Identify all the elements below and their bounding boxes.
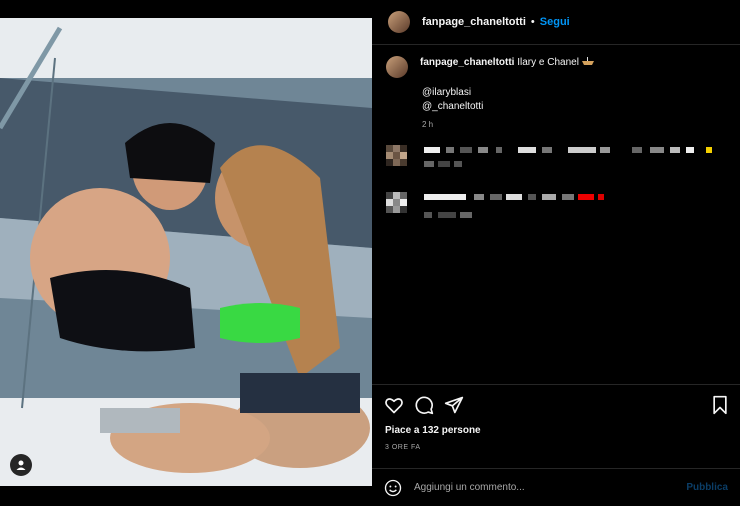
mention-link[interactable]: @ilaryblasi <box>422 86 726 100</box>
caption-timestamp: 2 h <box>422 120 434 129</box>
caption-avatar[interactable] <box>386 56 408 78</box>
post-side-panel: fanpage_chaneltotti • Segui fanpage_chan… <box>372 0 740 505</box>
caption-username[interactable]: fanpage_chaneltotti <box>420 57 514 68</box>
heart-icon[interactable] <box>384 395 404 415</box>
user-icon <box>16 460 26 470</box>
comment-input[interactable]: Aggiungi un commento... <box>414 482 686 493</box>
boat-emoji <box>581 57 594 65</box>
comment-item <box>386 192 726 222</box>
post-image[interactable] <box>0 18 372 486</box>
separator-dot: • <box>530 16 535 28</box>
comment-avatar <box>386 145 408 167</box>
post-timestamp: 3 ORE FA <box>385 444 421 451</box>
comment-avatar <box>386 192 408 214</box>
publish-button[interactable]: Pubblica <box>686 482 728 493</box>
pixelated-comment-text <box>424 147 724 167</box>
post-actions <box>372 384 740 415</box>
bookmark-icon[interactable] <box>710 395 730 415</box>
caption-text: Ilary e Chanel <box>517 57 579 68</box>
username-link[interactable]: fanpage_chaneltotti <box>422 16 526 28</box>
post-header: fanpage_chaneltotti • Segui <box>372 0 740 45</box>
follow-button[interactable]: Segui <box>540 16 570 28</box>
comment-item <box>386 145 726 175</box>
emoji-icon[interactable] <box>384 479 402 497</box>
comment-bar: Aggiungi un commento... Pubblica <box>372 468 740 506</box>
avatar[interactable] <box>388 11 410 33</box>
pixelated-comment-text <box>424 194 724 218</box>
share-icon[interactable] <box>444 395 464 415</box>
mention-link[interactable]: @_chaneltotti <box>422 100 726 114</box>
likes-count[interactable]: Piace a 132 persone <box>385 425 481 436</box>
tagged-user-button[interactable] <box>10 454 32 476</box>
comment-icon[interactable] <box>414 395 434 415</box>
caption-block: fanpage_chaneltotti Ilary e Chanel @ilar… <box>386 56 726 129</box>
boat-photo <box>0 18 372 486</box>
